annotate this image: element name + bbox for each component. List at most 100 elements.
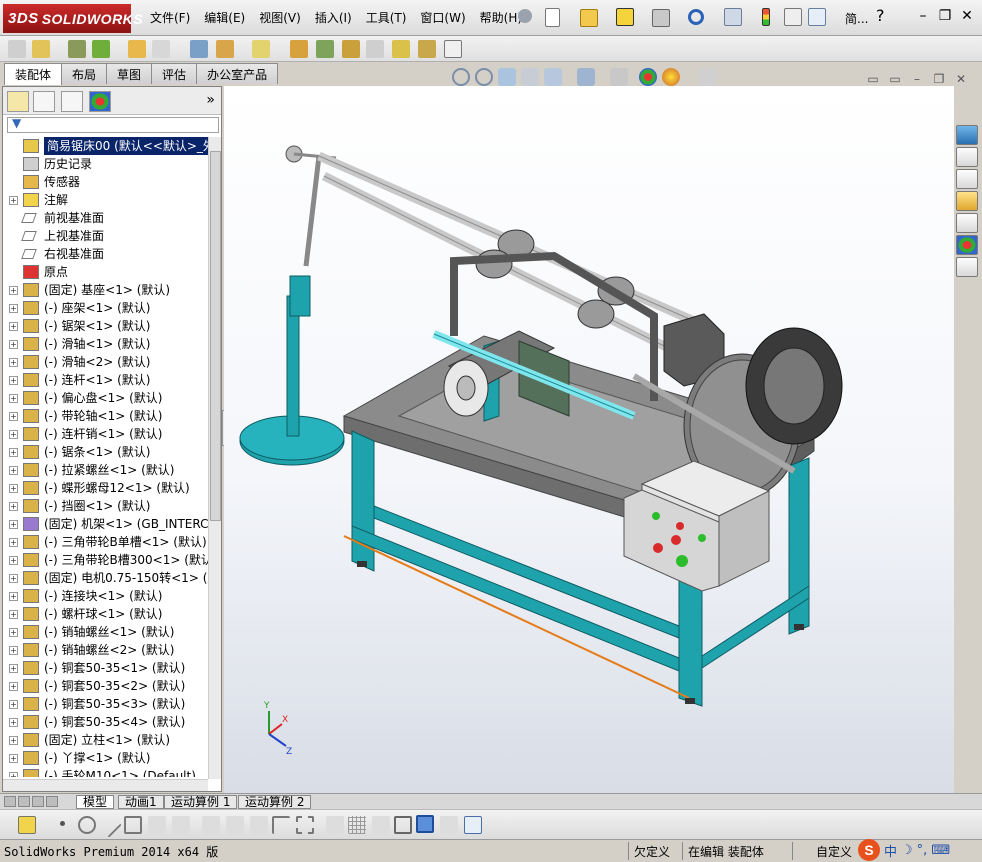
point-icon[interactable]: [60, 821, 65, 826]
grid-icon[interactable]: [348, 816, 366, 834]
undo-icon[interactable]: [688, 9, 704, 25]
interference-detection-icon[interactable]: [366, 40, 384, 58]
feature-tree-tab-icon[interactable]: [7, 91, 29, 112]
tree-node[interactable]: + (-) 螺杆球<1> (默认): [3, 605, 208, 623]
expand-toggle-icon[interactable]: +: [9, 376, 18, 385]
tree-node[interactable]: + (-) 铜套50-35<1> (默认): [3, 659, 208, 677]
split-vertical-icon[interactable]: ▭: [884, 72, 906, 86]
property-manager-tab-icon[interactable]: [33, 91, 55, 112]
tree-node[interactable]: + (-) 滑轴<2> (默认): [3, 353, 208, 371]
expand-toggle-icon[interactable]: +: [9, 538, 18, 547]
expand-toggle-icon[interactable]: +: [9, 664, 18, 673]
expand-toggle-icon[interactable]: +: [9, 574, 18, 583]
home-icon[interactable]: [956, 147, 978, 167]
tree-vertical-scrollbar[interactable]: [208, 137, 221, 779]
pin-icon[interactable]: [518, 9, 532, 23]
tree-node[interactable]: + (-) 丫撑<1> (默认): [3, 749, 208, 767]
expand-toggle-icon[interactable]: +: [9, 196, 18, 205]
display-style-icon[interactable]: [577, 68, 595, 86]
solidworks-resources-icon[interactable]: [956, 125, 978, 145]
ime-moon-icon[interactable]: ☽: [901, 843, 913, 858]
tree-node[interactable]: 原点: [3, 263, 208, 281]
tab-motion-study-1[interactable]: 运动算例 1: [164, 795, 238, 809]
mirror-icon[interactable]: [202, 816, 220, 834]
corner-rectangle-icon[interactable]: [272, 816, 290, 834]
expand-toggle-icon[interactable]: +: [9, 502, 18, 511]
menu-view[interactable]: 视图(V): [259, 9, 301, 26]
linear-pattern-icon[interactable]: [68, 40, 86, 58]
select-pointer-icon[interactable]: [724, 8, 742, 26]
tab-animation1[interactable]: 动画1: [118, 795, 164, 809]
expand-toggle-icon[interactable]: +: [9, 358, 18, 367]
tree-node[interactable]: + (固定) 基座<1> (默认): [3, 281, 208, 299]
line-icon[interactable]: [96, 812, 122, 838]
expand-toggle-icon[interactable]: +: [9, 610, 18, 619]
traffic-light-icon[interactable]: [762, 8, 770, 26]
help-icon[interactable]: ?: [876, 6, 885, 25]
tree-node[interactable]: + (-) 三角带轮B槽300<1> (默认: [3, 551, 208, 569]
tree-node[interactable]: + (-) 座架<1> (默认): [3, 299, 208, 317]
display-manager-tab-icon[interactable]: [89, 91, 111, 112]
expand-toggle-icon[interactable]: +: [9, 466, 18, 475]
options-icon[interactable]: [808, 8, 826, 26]
configuration-manager-tab-icon[interactable]: [61, 91, 83, 112]
viewport-minimize-icon[interactable]: –: [906, 72, 928, 86]
menu-tools[interactable]: 工具(T): [366, 9, 407, 26]
fillet-icon[interactable]: [226, 816, 244, 834]
section-view-icon[interactable]: [521, 68, 539, 86]
tree-root-assembly[interactable]: 简易锯床00 (默认<<默认>_外观: [3, 137, 208, 155]
instant3d-icon[interactable]: [444, 40, 462, 58]
zoom-to-area-icon[interactable]: [475, 68, 493, 86]
expand-toggle-icon[interactable]: +: [9, 340, 18, 349]
menu-window[interactable]: 窗口(W): [420, 9, 465, 26]
tree-node[interactable]: + (固定) 电机0.75-150转<1> (默: [3, 569, 208, 587]
circle-icon[interactable]: [78, 816, 96, 834]
polygon-icon[interactable]: [124, 816, 142, 834]
hole-alignment-icon[interactable]: [418, 40, 436, 58]
move-component-icon[interactable]: [128, 40, 146, 58]
tree-filter-input[interactable]: ▼: [7, 116, 219, 133]
expand-toggle-icon[interactable]: +: [9, 700, 18, 709]
hide-show-items-icon[interactable]: [610, 68, 628, 86]
dimension-icon[interactable]: [326, 816, 344, 834]
menu-file[interactable]: 文件(F): [150, 9, 190, 26]
new-document-icon[interactable]: [545, 8, 560, 27]
dashed-rectangle-icon[interactable]: [296, 816, 314, 834]
expand-toggle-icon[interactable]: +: [9, 484, 18, 493]
mate-icon[interactable]: [32, 40, 50, 58]
table-icon[interactable]: [464, 816, 482, 834]
trim-icon[interactable]: [148, 816, 166, 834]
camera-icon[interactable]: [440, 816, 458, 834]
expand-toggle-icon[interactable]: +: [9, 520, 18, 529]
tree-node[interactable]: + (-) 锯架<1> (默认): [3, 317, 208, 335]
tree-horizontal-scrollbar[interactable]: [3, 779, 208, 791]
design-library-icon[interactable]: [956, 169, 978, 189]
expand-toggle-icon[interactable]: +: [9, 754, 18, 763]
tab-office-products[interactable]: 办公室产品: [196, 63, 279, 84]
open-folder-icon[interactable]: [580, 9, 598, 27]
tab-first-icon[interactable]: [4, 796, 16, 807]
previous-view-icon[interactable]: [498, 68, 516, 86]
units-custom-status[interactable]: 自定义: [816, 843, 852, 860]
expand-toggle-icon[interactable]: +: [9, 682, 18, 691]
expand-toggle-icon[interactable]: +: [9, 430, 18, 439]
split-horizontal-icon[interactable]: ▭: [862, 72, 884, 86]
tree-node[interactable]: + (-) 销轴螺丝<2> (默认): [3, 641, 208, 659]
ime-language-toggle[interactable]: 中: [884, 841, 897, 860]
zoom-to-fit-icon[interactable]: [452, 68, 470, 86]
expand-toggle-icon[interactable]: +: [9, 394, 18, 403]
apply-scene-icon[interactable]: [662, 68, 680, 86]
offset-icon[interactable]: [250, 816, 268, 834]
bill-of-materials-icon[interactable]: [290, 40, 308, 58]
cube-wireframe-icon[interactable]: [394, 816, 412, 834]
minimize-icon[interactable]: –: [912, 6, 934, 26]
expand-panel-icon[interactable]: »: [206, 92, 215, 108]
expand-toggle-icon[interactable]: +: [9, 736, 18, 745]
viewport-close-icon[interactable]: ✕: [950, 72, 972, 86]
shaded-cube-icon[interactable]: [416, 815, 434, 833]
tree-node[interactable]: + (-) 手轮M10<1> (Default): [3, 767, 208, 777]
tree-node[interactable]: + (-) 挡圈<1> (默认): [3, 497, 208, 515]
sogou-ime-icon[interactable]: S: [858, 839, 880, 861]
title-extra-text[interactable]: 简...: [845, 10, 868, 27]
smart-fasteners-icon[interactable]: [92, 40, 110, 58]
